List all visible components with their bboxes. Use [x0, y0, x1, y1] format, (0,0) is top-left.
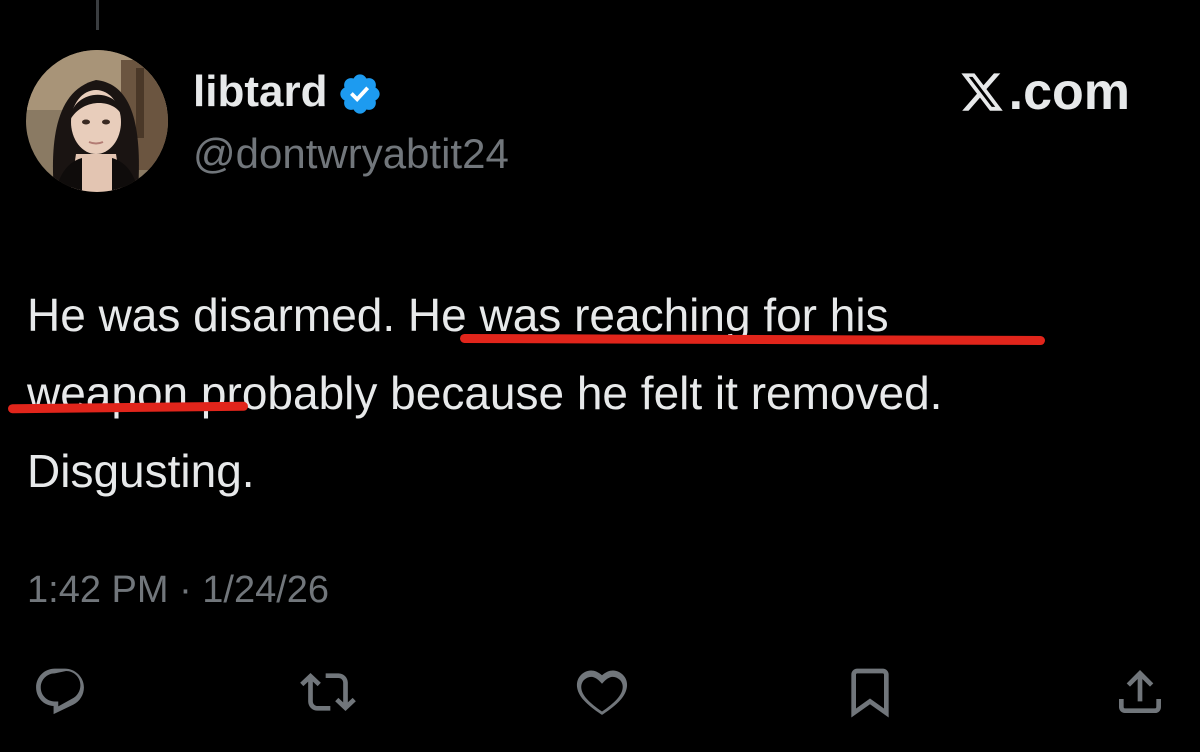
x-logo-icon	[961, 73, 1003, 111]
thread-connector-line	[96, 0, 99, 30]
reply-icon	[36, 668, 84, 715]
repost-icon	[300, 673, 356, 711]
display-name[interactable]: libtard	[193, 66, 327, 118]
tweet-timestamp[interactable]: 1:42 PM · 1/24/26	[27, 566, 329, 614]
like-button[interactable]	[570, 660, 634, 724]
share-icon	[1119, 670, 1161, 713]
bookmark-icon	[851, 668, 889, 718]
author-name-row: libtard	[193, 66, 383, 118]
verified-badge-icon[interactable]	[337, 71, 383, 117]
brand-label: .com	[1008, 63, 1130, 121]
share-button[interactable]	[1108, 660, 1172, 724]
avatar[interactable]	[26, 50, 168, 192]
bookmark-button[interactable]	[838, 660, 902, 724]
avatar-image	[26, 50, 168, 192]
tweet-text: He was disarmed. He was reaching for his…	[27, 276, 1177, 510]
repost-button[interactable]	[296, 660, 360, 724]
heart-icon	[576, 670, 628, 715]
tweet-action-bar	[0, 660, 1200, 740]
tweet-text-line: Disgusting.	[27, 445, 255, 497]
tweet-text-line: weapon probably because he felt it remov…	[27, 367, 943, 419]
brand-watermark: .com	[959, 62, 1130, 122]
reply-button[interactable]	[28, 660, 92, 724]
author-handle[interactable]: @dontwryabtit24	[193, 128, 509, 180]
